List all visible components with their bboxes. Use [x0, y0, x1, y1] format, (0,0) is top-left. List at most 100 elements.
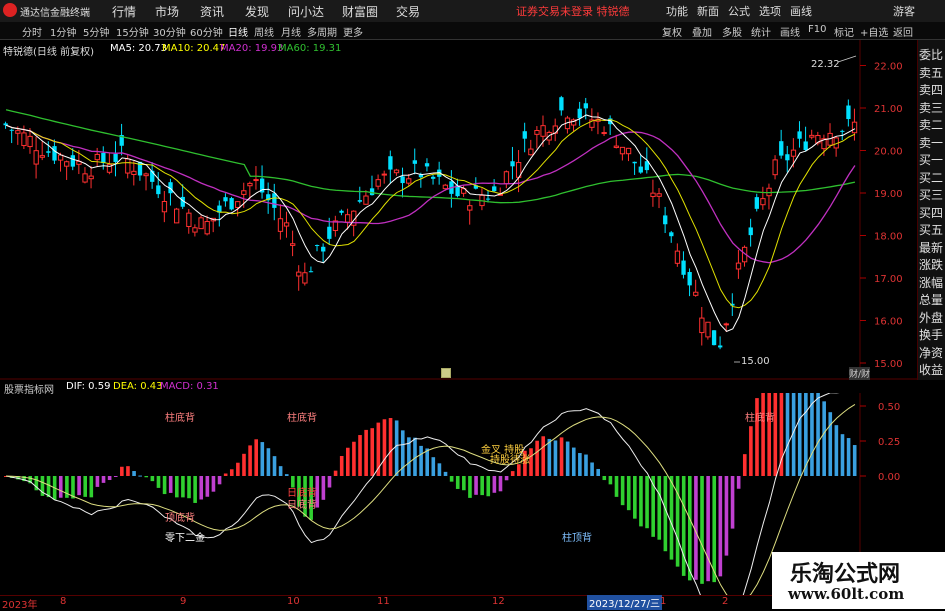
candle-body [283, 222, 290, 227]
period-multi[interactable]: 多周期 [307, 24, 337, 39]
candlestick-chart[interactable]: 22.00 21.00 20.00 19.00 18.00 17.00 16.00 15.00 [0, 40, 917, 380]
candle-body [785, 154, 790, 161]
btn-draw-line[interactable]: 画线 [780, 24, 800, 39]
candle-body [663, 215, 668, 225]
candle-body [846, 105, 851, 120]
menu-formula[interactable]: 公式 [728, 3, 750, 19]
macd-bar [83, 476, 87, 497]
btn-add-watchlist[interactable]: +自选 [860, 24, 888, 39]
menu-market[interactable]: 市场 [155, 3, 179, 20]
candle-body [253, 179, 259, 182]
candle-body [308, 271, 314, 273]
price-tick-label: 18.00 [874, 232, 903, 243]
macd-bar [486, 476, 491, 497]
macd-bar [431, 457, 436, 476]
candle-body [125, 158, 131, 174]
btn-f10[interactable]: F10 [808, 24, 826, 35]
candle-body [64, 161, 70, 167]
macd-bar [626, 476, 631, 511]
candle-body [21, 132, 27, 147]
sidebar-field-9: 买四 [919, 205, 944, 220]
period-1min[interactable]: 1分钟 [50, 24, 76, 39]
candle-body [674, 250, 681, 264]
candle-body [88, 175, 94, 180]
menu-draw[interactable]: 画线 [790, 3, 812, 19]
event-marker-icon[interactable] [441, 368, 451, 378]
candle-body [699, 317, 705, 334]
candle-body [223, 197, 228, 202]
candle-body [94, 153, 100, 161]
crosshair-date: 2023/12/27/三 [587, 595, 663, 610]
macd-bar [608, 476, 613, 485]
candle-body [492, 186, 497, 192]
candle-body [510, 161, 515, 167]
menu-options[interactable]: 选项 [759, 3, 781, 19]
sidebar-field-1: 卖五 [919, 65, 944, 80]
price-tick-label: 15.00 [874, 359, 903, 370]
candle-body [632, 161, 637, 164]
macd-bar [168, 476, 173, 493]
candle-body [693, 291, 699, 296]
candle-body [235, 201, 241, 208]
candle-body [418, 174, 424, 178]
candle-body [760, 198, 766, 206]
period-5min[interactable]: 5分钟 [83, 24, 109, 39]
menu-trade[interactable]: 交易 [396, 3, 420, 20]
candle-body [302, 272, 308, 284]
btn-restore-rights[interactable]: 复权 [662, 24, 682, 39]
candle-body [101, 152, 106, 164]
candle-body [412, 160, 417, 164]
menu-news[interactable]: 资讯 [200, 3, 224, 20]
sidebar-field-7: 买二 [919, 170, 944, 185]
macd-bar [742, 454, 747, 476]
period-weekly[interactable]: 周线 [254, 24, 274, 39]
period-30min[interactable]: 30分钟 [153, 24, 186, 39]
macd-bar [339, 455, 344, 476]
menu-wealth[interactable]: 财富圈 [342, 3, 378, 20]
macd-bar [101, 476, 106, 483]
annotation-top-divergence: 柱顶背 [562, 533, 592, 544]
btn-mark[interactable]: 标记 [834, 24, 854, 39]
finance-tag[interactable]: 财/财 [849, 367, 871, 380]
period-monthly[interactable]: 月线 [281, 24, 301, 39]
x-tick-dec: 12 [492, 596, 505, 607]
macd-bar [370, 428, 375, 476]
btn-multi-stock[interactable]: 多股 [722, 24, 742, 39]
watermark-title: 乐淘公式网 [790, 562, 901, 587]
candle-body [669, 232, 674, 237]
macd-bar [58, 476, 63, 498]
period-daily[interactable]: 日线 [228, 24, 248, 39]
menu-discover[interactable]: 发现 [245, 3, 269, 20]
period-more[interactable]: 更多 [343, 24, 363, 39]
macd-bar [175, 476, 179, 498]
menu-quotes[interactable]: 行情 [112, 3, 136, 20]
macd-bar [675, 476, 680, 567]
macd-bar [681, 476, 686, 576]
x-tick-aug: 8 [60, 596, 67, 607]
btn-statistics[interactable]: 统计 [751, 24, 771, 39]
btn-back[interactable]: 返回 [893, 24, 913, 39]
period-intraday[interactable]: 分时 [22, 24, 42, 39]
macd-bar [260, 442, 265, 476]
candle-body [748, 227, 753, 236]
menu-ask[interactable]: 问小达 [288, 3, 324, 20]
menu-guest[interactable]: 游客 [893, 3, 915, 19]
sidebar-field-5: 卖一 [919, 135, 944, 150]
period-15min[interactable]: 15分钟 [116, 24, 149, 39]
candle-body [840, 130, 845, 132]
macd-bar [211, 476, 216, 492]
candle-body [161, 200, 168, 213]
candle-body [613, 145, 620, 148]
macd-bar [559, 437, 564, 476]
login-banner[interactable]: 证券交易未登录 特锐德 [516, 3, 630, 19]
price-tick-label: 20.00 [874, 147, 903, 158]
btn-overlay[interactable]: 叠加 [692, 24, 712, 39]
menu-new-page[interactable]: 新面 [697, 3, 719, 19]
menu-function[interactable]: 功能 [666, 3, 688, 19]
period-60min[interactable]: 60分钟 [190, 24, 223, 39]
macd-bar [846, 438, 851, 476]
candle-body [577, 108, 582, 119]
price-tick-label: 16.00 [874, 317, 903, 328]
candle-body [656, 193, 662, 197]
candle-body [52, 146, 57, 161]
